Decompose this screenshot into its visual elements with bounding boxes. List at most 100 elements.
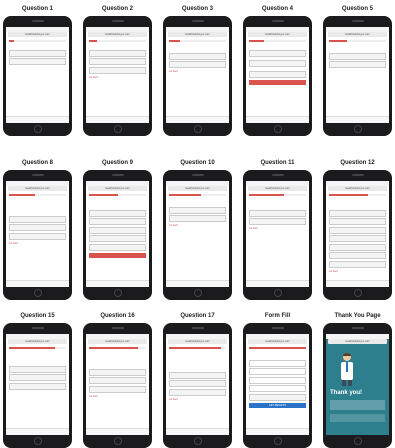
home-button[interactable] xyxy=(113,289,122,297)
answer-option[interactable] xyxy=(9,215,66,223)
continue-button[interactable] xyxy=(249,79,306,85)
go-back-link[interactable]: Go back xyxy=(9,242,66,245)
get-results-button[interactable]: GET RESULTS xyxy=(249,402,306,408)
card-label: Question 4 xyxy=(261,6,293,12)
answer-option[interactable] xyxy=(169,388,226,396)
answer-option[interactable] xyxy=(249,209,306,217)
answer-option[interactable] xyxy=(169,371,226,379)
answer-option[interactable] xyxy=(9,58,66,65)
home-button[interactable] xyxy=(193,437,202,445)
checkbox-option[interactable] xyxy=(329,218,386,225)
phone-screen: healthtrialsforyou.com Go back xyxy=(326,181,389,287)
home-button[interactable] xyxy=(113,437,122,445)
email-field[interactable] xyxy=(249,376,306,384)
phone-frame: healthtrialsforyou.com Thank you! xyxy=(323,323,392,448)
home-button[interactable] xyxy=(273,437,282,445)
home-button[interactable] xyxy=(273,289,282,297)
checkbox-option[interactable] xyxy=(89,226,146,234)
checkbox-option[interactable] xyxy=(329,243,386,251)
phone-field[interactable] xyxy=(249,385,306,392)
go-back-link[interactable]: Go back xyxy=(329,270,386,273)
doctor-illustration xyxy=(341,353,353,386)
go-back-link[interactable]: Go back xyxy=(169,398,226,401)
answer-option[interactable] xyxy=(9,232,66,240)
answer-option[interactable] xyxy=(169,215,226,222)
thank-you-note xyxy=(330,414,385,422)
checkbox-option[interactable] xyxy=(329,252,386,259)
go-back-link[interactable]: Go back xyxy=(169,70,226,73)
phone-screen: healthtrialsforyou.com Go back xyxy=(86,27,149,123)
checkbox-option[interactable] xyxy=(329,209,386,217)
card-label: Question 12 xyxy=(340,160,375,166)
checkbox-option[interactable] xyxy=(329,235,386,242)
answer-option[interactable] xyxy=(169,206,226,214)
answer-option[interactable] xyxy=(9,365,66,373)
home-button[interactable] xyxy=(273,125,282,133)
answer-option[interactable] xyxy=(89,49,146,57)
home-button[interactable] xyxy=(353,437,362,445)
answer-option[interactable] xyxy=(89,377,146,384)
phone-frame: healthtrialsforyou.com Go back xyxy=(163,323,232,448)
last-name-field[interactable] xyxy=(249,368,306,375)
answer-option[interactable] xyxy=(89,368,146,376)
url-bar[interactable]: healthtrialsforyou.com xyxy=(328,339,387,344)
answer-option[interactable] xyxy=(329,61,386,68)
answer-option[interactable] xyxy=(249,218,306,225)
home-button[interactable] xyxy=(113,125,122,133)
screen-card-thank-you: Thank You Page healthtrialsforyou.com Th… xyxy=(323,313,392,448)
phone-screen: healthtrialsforyou.com xyxy=(246,27,309,123)
phone-frame: healthtrialsforyou.com Go back xyxy=(83,16,152,136)
go-back-link[interactable]: Go back xyxy=(169,224,226,227)
checkbox-option[interactable] xyxy=(329,226,386,234)
screen-card-question-1: Question 1 healthtrialsforyou.com xyxy=(3,6,72,136)
answer-option[interactable] xyxy=(169,380,226,387)
phone-frame: healthtrialsforyou.com Go back xyxy=(3,170,72,300)
home-button[interactable] xyxy=(193,125,202,133)
height-field[interactable] xyxy=(249,49,306,57)
captcha-box[interactable] xyxy=(249,393,306,401)
screen-card-question-9: Question 9 healthtrialsforyou.com xyxy=(83,160,152,300)
home-button[interactable] xyxy=(33,289,42,297)
checkbox-option[interactable] xyxy=(329,260,386,268)
card-label: Question 2 xyxy=(101,6,133,12)
go-back-link[interactable]: Go back xyxy=(249,227,306,230)
answer-option[interactable] xyxy=(9,374,66,381)
home-button[interactable] xyxy=(353,289,362,297)
home-button[interactable] xyxy=(353,125,362,133)
weight-field[interactable] xyxy=(249,70,306,78)
card-label: Question 16 xyxy=(100,313,135,319)
first-name-field[interactable] xyxy=(249,359,306,367)
phone-frame: healthtrialsforyou.com GET RESULTS xyxy=(243,323,312,448)
card-label: Question 8 xyxy=(21,160,53,166)
answer-option[interactable] xyxy=(9,382,66,390)
answer-option[interactable] xyxy=(89,385,146,393)
card-label: Question 1 xyxy=(21,6,53,12)
phone-screen: healthtrialsforyou.com xyxy=(6,27,69,123)
card-label: Thank You Page xyxy=(334,313,381,319)
card-label: Question 11 xyxy=(260,160,295,166)
home-button[interactable] xyxy=(33,437,42,445)
browser-toolbar xyxy=(6,428,69,435)
answer-option[interactable] xyxy=(89,66,146,74)
checkbox-option[interactable] xyxy=(89,218,146,225)
answer-option[interactable] xyxy=(329,52,386,60)
home-button[interactable] xyxy=(193,289,202,297)
checkbox-option[interactable] xyxy=(89,235,146,242)
answer-option[interactable] xyxy=(9,224,66,231)
answer-option[interactable] xyxy=(9,49,66,57)
answer-option[interactable] xyxy=(89,58,146,65)
answer-option[interactable] xyxy=(169,61,226,68)
screen-card-question-16: Question 16 healthtrialsforyou.com Go ba… xyxy=(83,313,152,448)
go-back-link[interactable]: Go back xyxy=(89,395,146,398)
go-back-link[interactable]: Go back xyxy=(89,76,146,79)
screen-card-question-8: Question 8 healthtrialsforyou.com Go bac… xyxy=(3,160,72,300)
checkbox-option[interactable] xyxy=(89,243,146,251)
phone-frame: healthtrialsforyou.com Go back xyxy=(83,323,152,448)
browser-toolbar xyxy=(6,280,69,287)
phone-frame: healthtrialsforyou.com Go back xyxy=(323,170,392,300)
height-field[interactable] xyxy=(249,59,306,67)
continue-button[interactable] xyxy=(89,252,146,258)
home-button[interactable] xyxy=(33,125,42,133)
answer-option[interactable] xyxy=(169,52,226,60)
checkbox-option[interactable] xyxy=(89,209,146,217)
